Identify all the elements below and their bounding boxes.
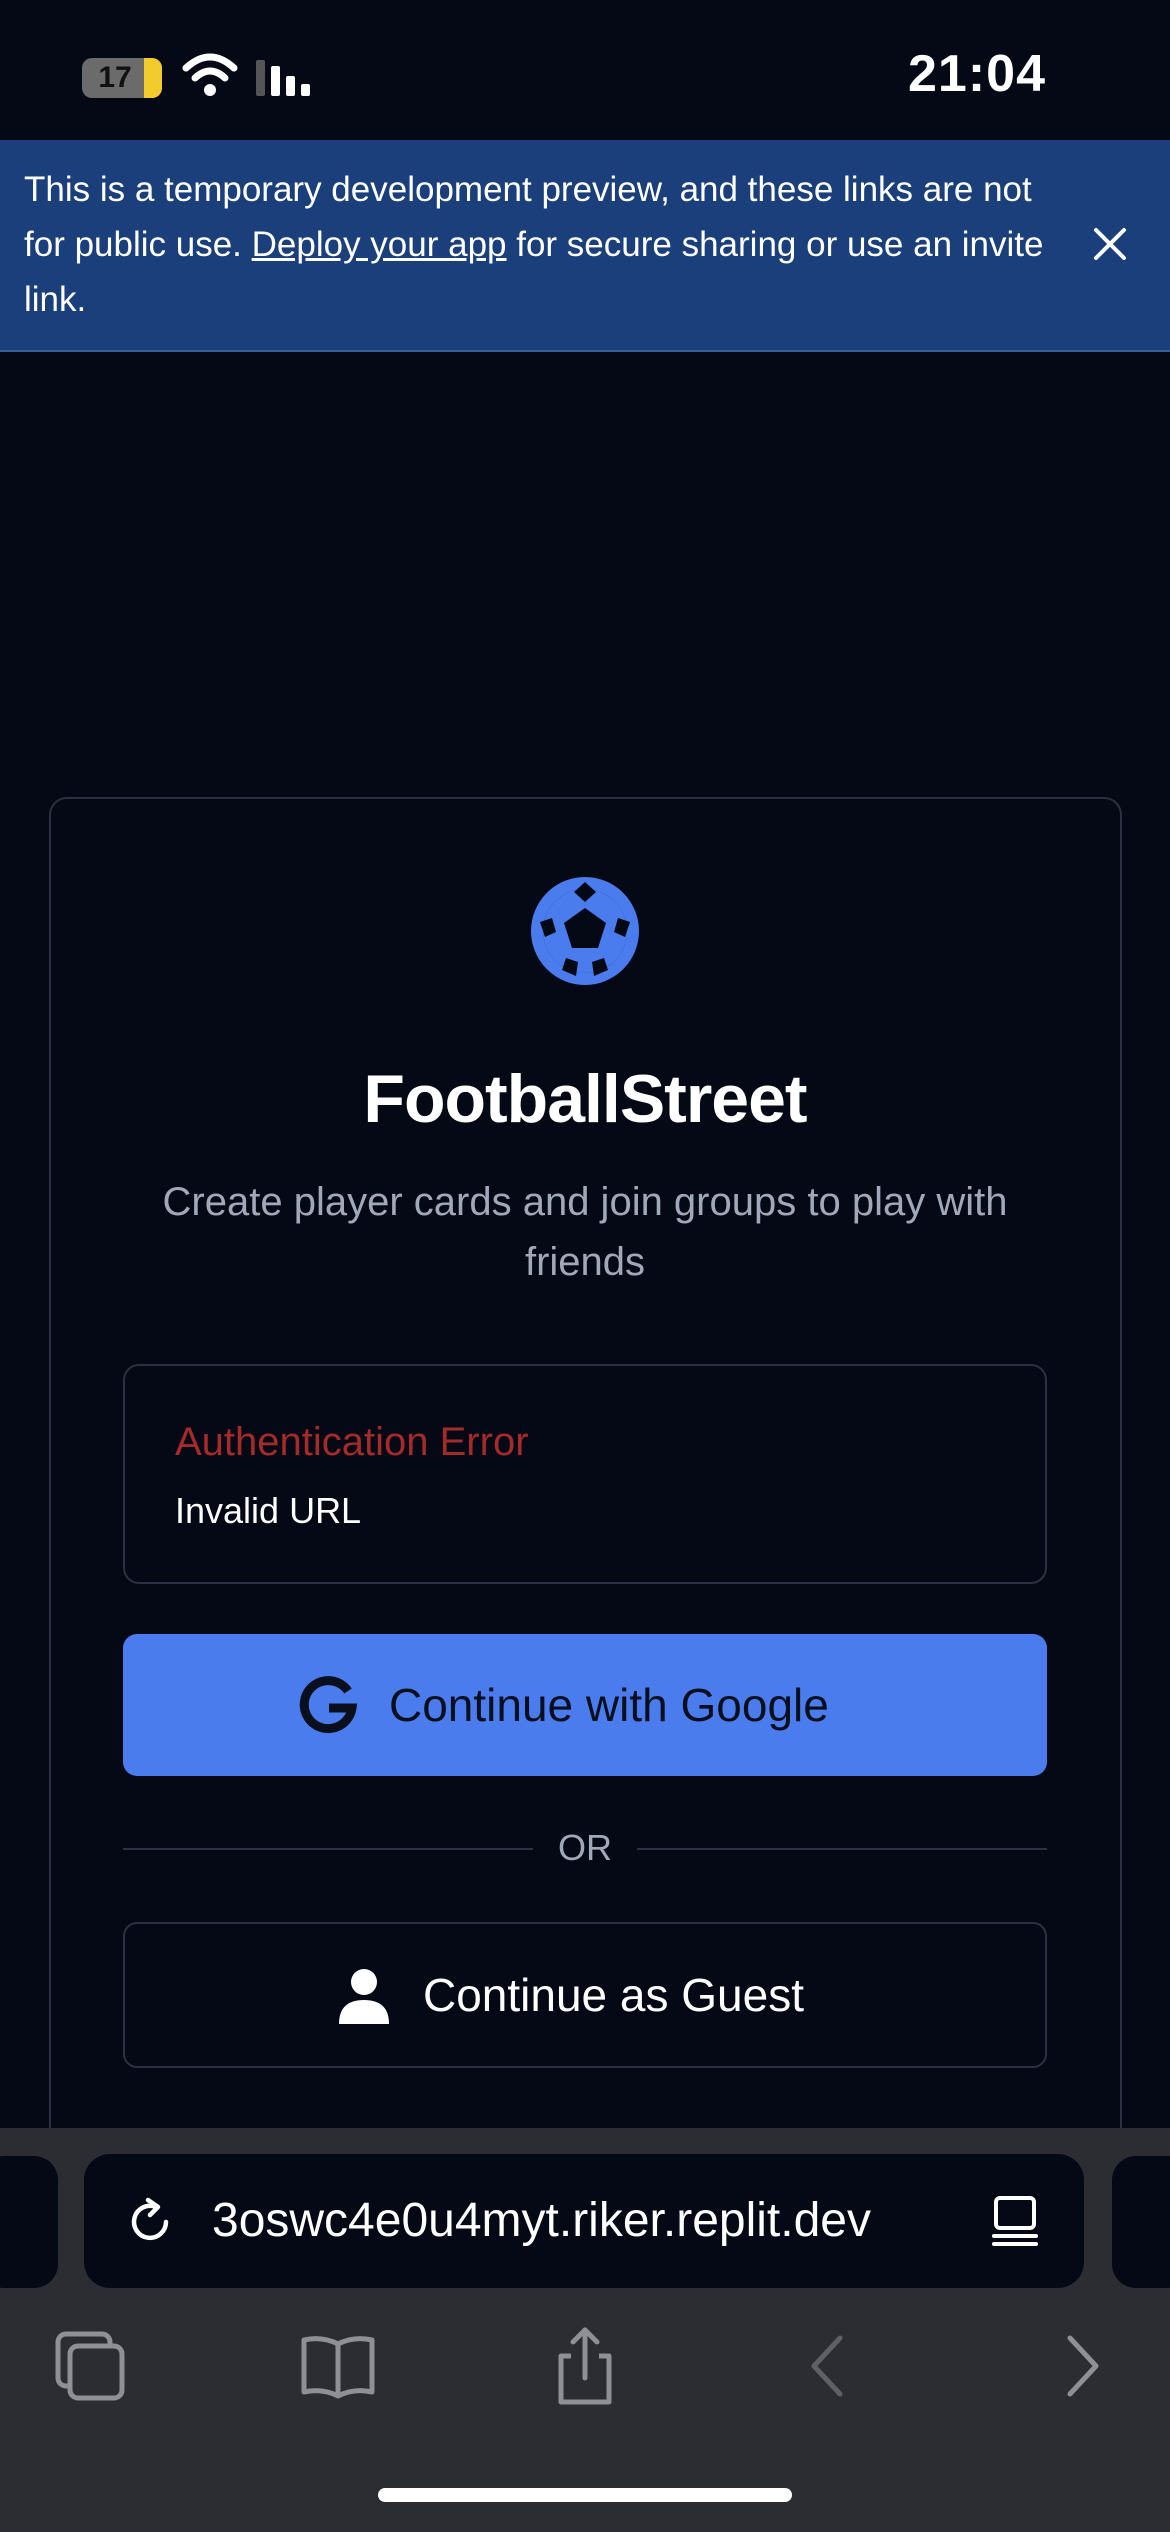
- browser-chrome: 3oswc4e0u4myt.riker.replit.dev: [0, 2128, 1170, 2532]
- close-icon[interactable]: [1088, 222, 1132, 266]
- divider-line-right: [637, 1848, 1047, 1850]
- google-button-label: Continue with Google: [389, 1679, 829, 1731]
- chevron-right-icon[interactable]: [1040, 2324, 1124, 2408]
- battery-indicator: 17: [82, 58, 162, 98]
- next-tab-preview[interactable]: [1112, 2156, 1170, 2288]
- or-text: OR: [558, 1827, 612, 1868]
- screen: 17 21:04 This is a temporary development…: [0, 0, 1170, 2532]
- cellular-signal-icon: [256, 60, 310, 96]
- battery-level: 17: [98, 61, 132, 94]
- continue-with-google-button[interactable]: Continue with Google: [123, 1634, 1047, 1776]
- tabs-icon[interactable]: [48, 2324, 132, 2408]
- share-icon[interactable]: [543, 2324, 627, 2408]
- error-message: Invalid URL: [175, 1490, 362, 1531]
- home-indicator[interactable]: [378, 2488, 792, 2502]
- bookmarks-icon[interactable]: [296, 2324, 380, 2408]
- reload-icon[interactable]: [124, 2196, 176, 2248]
- chevron-left-icon[interactable]: [788, 2324, 872, 2408]
- url-text: 3oswc4e0u4myt.riker.replit.dev: [212, 2194, 871, 2247]
- previous-tab-preview[interactable]: [0, 2156, 58, 2288]
- app-title: FootballStreet: [363, 1061, 807, 1137]
- wifi-icon: [182, 53, 238, 96]
- soccer-ball-icon: [531, 877, 639, 985]
- continue-as-guest-button[interactable]: Continue as Guest: [123, 1922, 1047, 2068]
- google-g-icon: [299, 1676, 358, 1734]
- deploy-app-link[interactable]: Deploy your app: [252, 225, 507, 264]
- browser-toolbar: [0, 2304, 1170, 2420]
- user-icon: [339, 1969, 389, 2024]
- or-divider: OR: [123, 1820, 1047, 1876]
- guest-button-label: Continue as Guest: [423, 1969, 805, 2021]
- divider-line-left: [123, 1848, 533, 1850]
- dev-banner-text: This is a temporary development preview,…: [24, 162, 1064, 327]
- status-time: 21:04: [908, 45, 1046, 103]
- app-subtitle: Create player cards and join groups to p…: [162, 1180, 1008, 1284]
- status-bar: 17 21:04: [0, 0, 1170, 140]
- error-title: Authentication Error: [175, 1420, 529, 1464]
- dev-preview-banner: This is a temporary development preview,…: [0, 140, 1170, 352]
- address-bar[interactable]: 3oswc4e0u4myt.riker.replit.dev: [84, 2154, 1084, 2288]
- reader-mode-icon[interactable]: [988, 2194, 1042, 2248]
- auth-error-alert: Authentication Error Invalid URL: [123, 1364, 1047, 1584]
